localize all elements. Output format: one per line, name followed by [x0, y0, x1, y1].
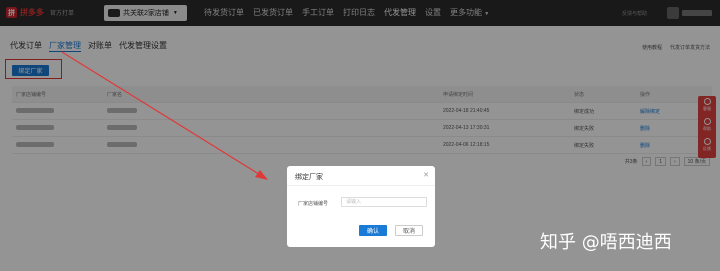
- shop-id-label: 厂家店铺编号: [298, 201, 329, 207]
- bind-manufacturer-dialog: 绑定厂家 ✕ 厂家店铺编号 请输入 确认 取消: [287, 166, 435, 247]
- confirm-button[interactable]: 确认: [359, 225, 387, 236]
- shop-id-input[interactable]: 请输入: [341, 197, 427, 207]
- watermark: 知乎 @唔西迪西: [540, 232, 672, 253]
- close-icon[interactable]: ✕: [423, 171, 429, 179]
- divider: [287, 185, 435, 186]
- dialog-title: 绑定厂家: [295, 174, 323, 181]
- cancel-button[interactable]: 取消: [395, 225, 423, 236]
